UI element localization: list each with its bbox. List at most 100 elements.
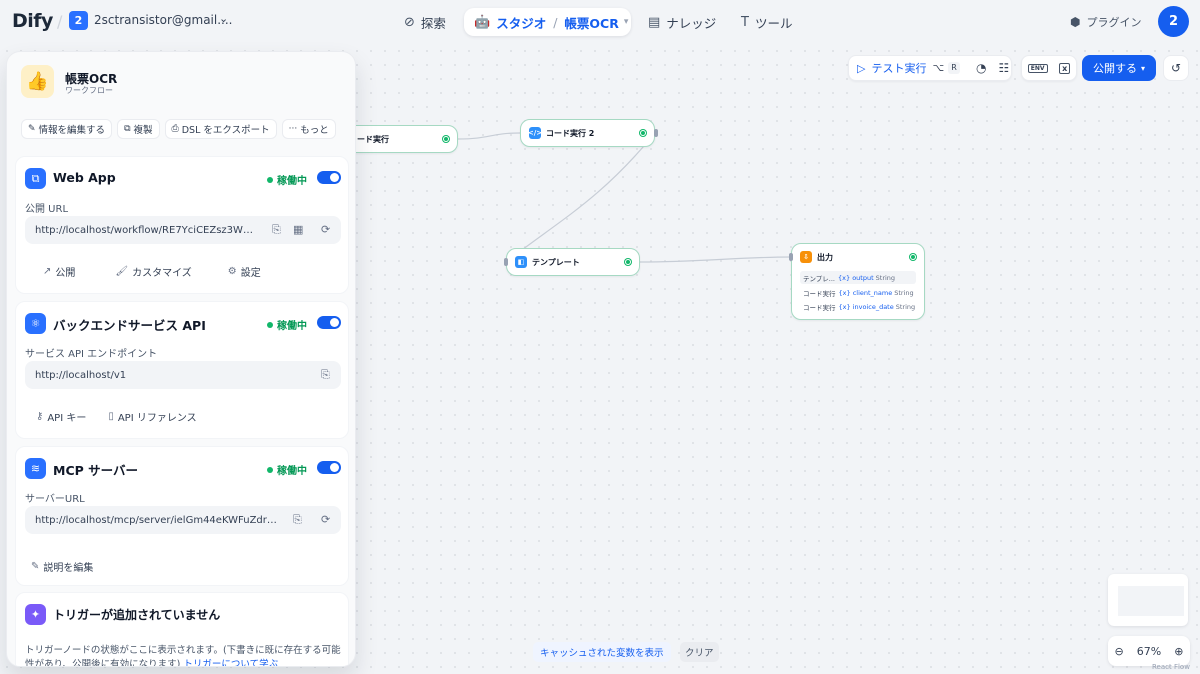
output-var-row: コード実行 {x} invoice_date String — [800, 300, 916, 313]
status-badge: 稼働中 — [267, 172, 307, 187]
settings-link[interactable]: ⚙ 設定 — [228, 264, 261, 279]
zoom-in-icon[interactable]: ⊕ — [1174, 645, 1183, 658]
edit-description-button[interactable]: ✎ 説明を編集 — [31, 559, 93, 574]
book-open-icon: ▯ — [108, 411, 114, 422]
status-label: 稼働中 — [277, 321, 307, 332]
zoom-level[interactable]: 67% — [1137, 645, 1161, 658]
publish-button[interactable]: 公開する ▾ — [1082, 55, 1156, 81]
zoom-controls: ⊖ 67% ⊕ — [1108, 636, 1190, 666]
pencil-icon: ✎ — [31, 561, 40, 572]
clipboard-icon[interactable]: ⎘ — [321, 368, 330, 382]
mcp-toggle[interactable] — [317, 461, 341, 474]
webapp-url[interactable]: http://localhost/workflow/RE7YciCEZsz3W2… — [35, 225, 259, 236]
pencil-icon: ✎ — [28, 124, 36, 134]
version-history-button[interactable]: ↺ — [1163, 55, 1189, 81]
var-source: コード実行 — [803, 289, 836, 298]
edit-description-label: 説明を編集 — [43, 563, 94, 574]
template-icon: ◧ — [515, 256, 527, 268]
publish-panel: 👍 帳票OCR ワークフロー ✎ 情報を編集する ⧉ 複製 ⎙ DSL をエクスポート… — [6, 51, 356, 667]
variables-group: ENV x — [1021, 55, 1077, 81]
customize-link[interactable]: 🖌 カスタマイズ — [115, 264, 191, 279]
var-source: コード実行 — [803, 303, 836, 312]
api-reference-link[interactable]: ▯ API リファレンス — [108, 409, 196, 424]
input-handle[interactable] — [504, 258, 508, 266]
more-button[interactable]: ··· もっと — [281, 119, 336, 139]
trigger-description: トリガーノードの状態がここに表示されます。(下書きに既に存在する可能性があり、公… — [25, 644, 345, 666]
settings-icon: ⚙ — [227, 266, 237, 277]
more-label: もっと — [300, 125, 329, 136]
node-label: コード実行 2 — [546, 129, 595, 138]
var-type: String — [875, 273, 896, 282]
duplicate-label: 複製 — [133, 125, 153, 136]
edge-code1-code2 — [457, 132, 521, 140]
variable-icon[interactable]: x — [1059, 62, 1071, 74]
node-output[interactable]: ⇩ 出力 テンプレ... {x} output String コード実行 {x}… — [791, 243, 925, 320]
node-label: テンプレート — [532, 258, 580, 267]
webapp-toggle[interactable] — [317, 171, 341, 184]
file-export-icon: ⎙ — [171, 124, 179, 134]
key-icon: ⚷ — [36, 411, 44, 422]
publish-label: 公開する — [1092, 62, 1137, 75]
mcp-title: MCP サーバー — [53, 463, 139, 478]
shortcut-key: R — [948, 62, 960, 74]
history-run-icon[interactable]: ◔ — [976, 61, 986, 75]
status-dot — [267, 176, 273, 183]
show-cached-variables-button[interactable]: キャッシュされた変数を表示 — [533, 642, 671, 662]
api-key-link[interactable]: ⚷ API キー — [36, 409, 86, 424]
output-handle[interactable] — [654, 129, 658, 137]
mcp-url[interactable]: http://localhost/mcp/server/ielGm44eKWFu… — [35, 515, 281, 526]
node-template[interactable]: ◧ テンプレート — [506, 248, 640, 276]
zoom-out-icon[interactable]: ⊖ — [1115, 645, 1124, 658]
refresh-icon[interactable]: ⟳ — [321, 513, 330, 526]
api-endpoint-label: サービス API エンドポイント — [25, 349, 158, 360]
export-dsl-button[interactable]: ⎙ DSL をエクスポート — [164, 119, 277, 139]
trigger-card: ✦ トリガーが追加されていません トリガーノードの状態がここに表示されます。(下… — [15, 592, 349, 666]
mcp-url-label: サーバーURL — [25, 494, 85, 505]
learn-triggers-link[interactable]: トリガーについて学ぶ — [183, 659, 278, 666]
backend-api-toggle[interactable] — [317, 316, 341, 329]
window-icon: ⧉ — [25, 168, 46, 189]
env-button[interactable]: ENV — [1027, 63, 1048, 73]
webapp-links: ↗ 公開 🖌 カスタマイズ ⚙ 設定 — [16, 264, 348, 279]
external-link-icon: ↗ — [43, 266, 52, 277]
clipboard-icon[interactable]: ⎘ — [293, 513, 302, 527]
node-label: 出力 — [817, 253, 833, 262]
edit-info-button[interactable]: ✎ 情報を編集する — [21, 119, 113, 139]
api-endpoint-box: http://localhost/v1 ⎘ — [25, 361, 341, 389]
checklist-icon[interactable]: ☷ — [998, 61, 1009, 75]
test-run-button[interactable]: テスト実行 — [871, 60, 926, 76]
webapp-url-box: http://localhost/workflow/RE7YciCEZsz3W2… — [25, 216, 341, 244]
play-icon[interactable]: ▷ — [857, 62, 865, 75]
edit-info-label: 情報を編集する — [38, 125, 106, 136]
success-dot — [443, 136, 449, 142]
success-dot — [625, 259, 631, 265]
output-var-row: テンプレ... {x} output String — [800, 271, 916, 284]
react-flow-attribution[interactable]: React Flow — [1152, 663, 1190, 671]
minimap[interactable] — [1108, 574, 1188, 626]
var-name: {x} client_name — [838, 288, 893, 297]
duplicate-button[interactable]: ⧉ 複製 — [117, 119, 160, 139]
backend-api-title: バックエンドサービス API — [53, 318, 206, 333]
launch-link[interactable]: ↗ 公開 — [43, 264, 75, 279]
qrcode-icon[interactable]: ▦ — [293, 223, 303, 236]
clear-button[interactable]: クリア — [680, 642, 719, 662]
status-badge: 稼働中 — [267, 462, 307, 477]
refresh-icon[interactable]: ⟳ — [321, 223, 330, 236]
webapp-title: Web App — [53, 170, 116, 185]
paint-icon: 🖌 — [115, 266, 129, 277]
api-icon: ⚛ — [25, 313, 46, 334]
input-handle[interactable] — [789, 253, 793, 261]
status-badge: 稼働中 — [267, 317, 307, 332]
clipboard-icon[interactable]: ⎘ — [272, 223, 281, 237]
status-label: 稼働中 — [277, 466, 307, 477]
api-endpoint-url[interactable]: http://localhost/v1 — [35, 370, 259, 381]
status-dot — [267, 321, 273, 328]
app-actions: ✎ 情報を編集する ⧉ 複製 ⎙ DSL をエクスポート ··· もっと — [21, 119, 336, 139]
export-dsl-label: DSL をエクスポート — [181, 125, 270, 136]
node-label: ード実行 — [357, 135, 389, 144]
success-dot — [910, 254, 916, 260]
node-code-exec-2[interactable]: </> コード実行 2 — [520, 119, 655, 147]
mcp-url-box: http://localhost/mcp/server/ielGm44eKWFu… — [25, 506, 341, 534]
node-code-exec-1[interactable]: ード実行 — [346, 125, 458, 153]
trigger-title: トリガーが追加されていません — [53, 608, 221, 622]
